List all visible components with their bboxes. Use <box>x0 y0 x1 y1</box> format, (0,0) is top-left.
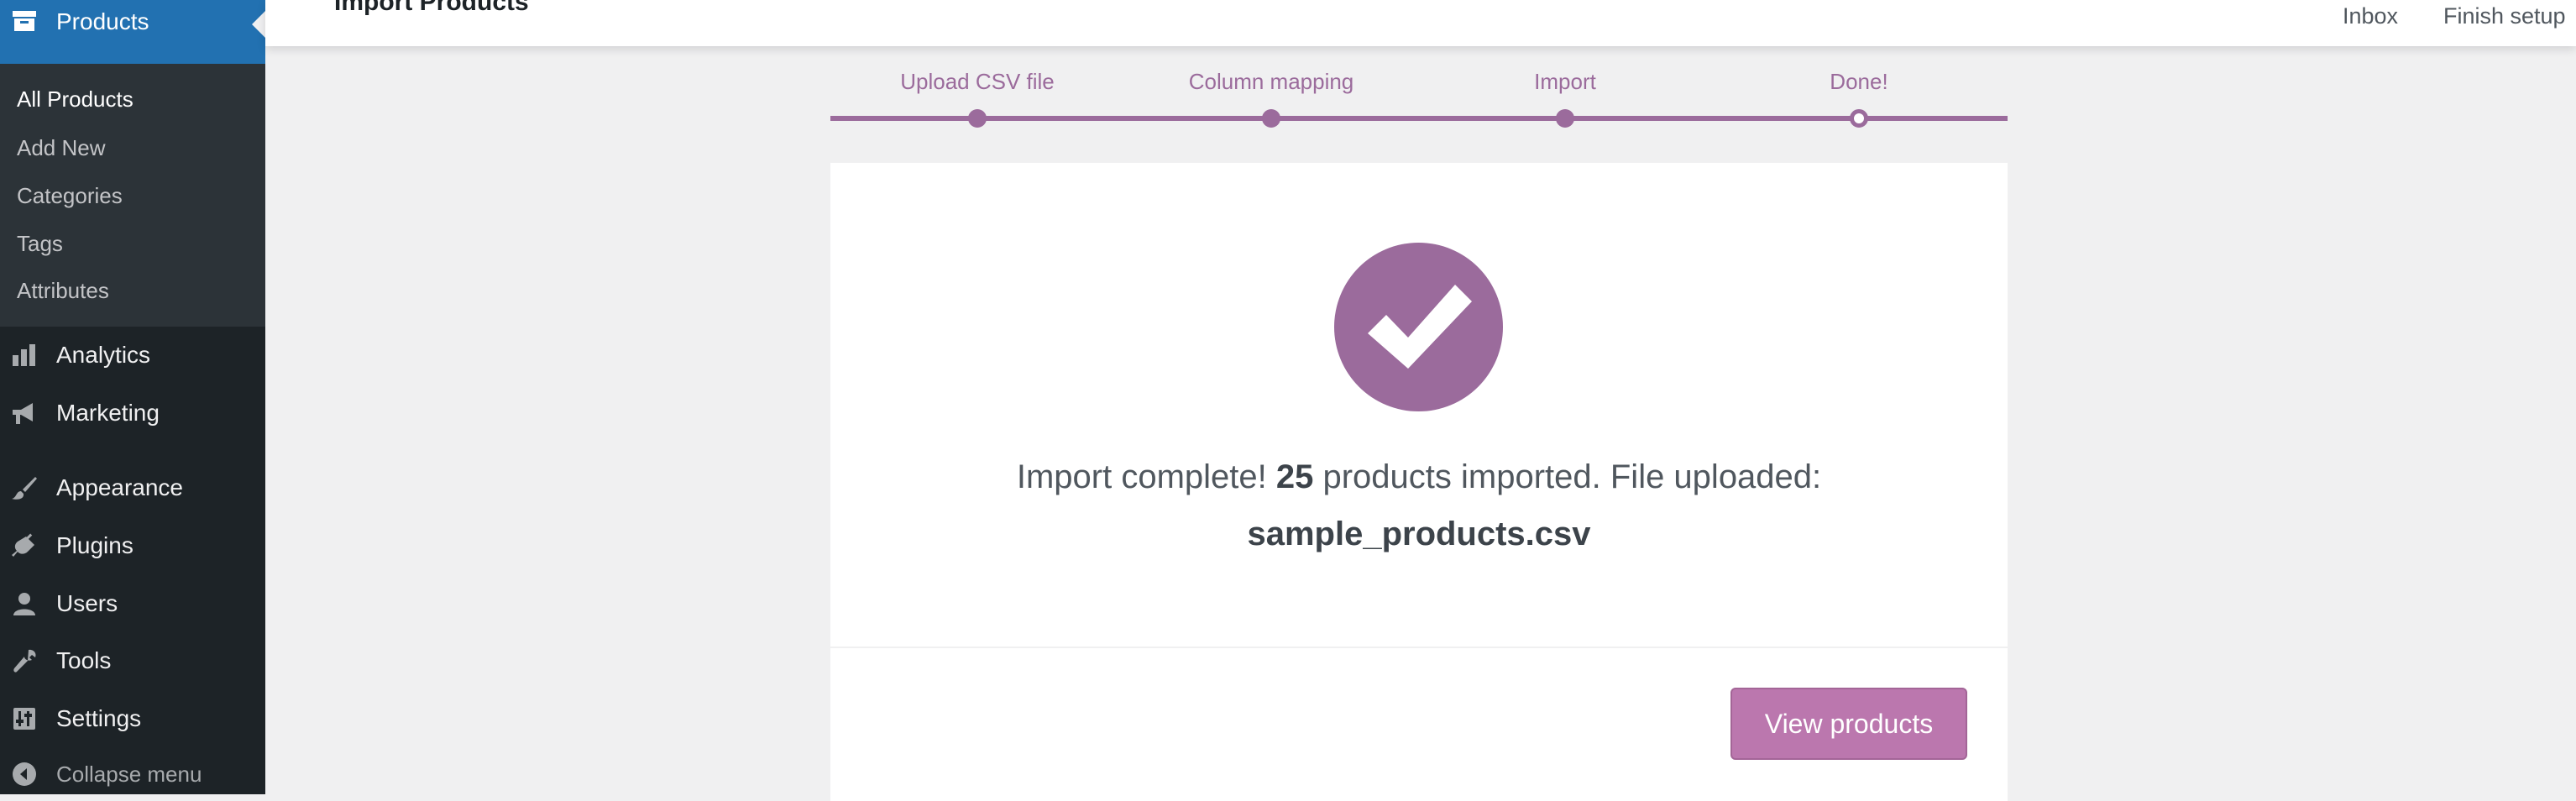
products-submenu: All Products Add New Categories Tags Att… <box>0 64 265 327</box>
imported-count: 25 <box>1275 458 1314 495</box>
wrench-icon <box>10 647 39 675</box>
sidebar-item-label: Analytics <box>56 342 151 368</box>
sidebar-item-label: Marketing <box>56 400 160 426</box>
sidebar-item-plugins[interactable]: Plugins <box>0 521 265 571</box>
paintbrush-icon <box>10 474 39 502</box>
megaphone-icon <box>10 399 39 427</box>
import-result-card: Import complete! 25 products imported. F… <box>830 163 2008 801</box>
card-divider <box>830 647 2008 648</box>
plug-icon <box>10 531 39 560</box>
step-dot-mapping <box>1262 109 1280 128</box>
collapse-menu-button[interactable]: Collapse menu <box>0 749 265 799</box>
view-products-button[interactable]: View products <box>1730 688 1967 760</box>
sidebar-item-marketing[interactable]: Marketing <box>0 388 265 438</box>
steps-progress-line <box>830 116 2008 121</box>
sidebar-item-label: Products <box>56 8 149 34</box>
sidebar-item-products[interactable]: Products <box>0 0 265 64</box>
submenu-categories[interactable]: Categories <box>17 183 123 209</box>
step-label-import: Import <box>1534 69 1596 94</box>
sidebar-item-label: Plugins <box>56 532 134 558</box>
sidebar-item-appearance[interactable]: Appearance <box>0 463 265 513</box>
collapse-arrow-icon <box>10 760 39 788</box>
finish-setup-link[interactable]: Finish setup <box>2443 3 2566 29</box>
submenu-all-products[interactable]: All Products <box>17 86 134 113</box>
current-menu-arrow <box>252 11 265 38</box>
sidebar-item-label: Users <box>56 590 118 616</box>
inbox-link[interactable]: Inbox <box>2343 3 2398 29</box>
sidebar-item-tools[interactable]: Tools <box>0 636 265 686</box>
step-label-upload: Upload CSV file <box>900 69 1055 94</box>
settings-sliders-icon <box>10 704 39 733</box>
collapse-menu-label: Collapse menu <box>56 761 202 787</box>
admin-sidebar: Products All Products Add New Categories… <box>0 0 265 794</box>
sidebar-item-users[interactable]: Users <box>0 578 265 629</box>
step-dot-done <box>1850 109 1868 128</box>
bar-chart-icon <box>10 341 39 369</box>
import-complete-middle: products imported. File uploaded: <box>1322 458 1822 495</box>
step-label-done: Done! <box>1830 69 1888 94</box>
import-complete-message: Import complete! 25 products imported. F… <box>830 458 2008 496</box>
submenu-attributes[interactable]: Attributes <box>17 278 109 304</box>
sidebar-item-label: Settings <box>56 705 142 731</box>
products-archive-icon <box>10 7 39 35</box>
user-icon <box>10 589 39 618</box>
uploaded-filename: sample_products.csv <box>1247 516 1591 552</box>
sidebar-item-settings[interactable]: Settings <box>0 694 265 744</box>
submenu-add-new[interactable]: Add New <box>17 135 106 161</box>
sidebar-item-analytics[interactable]: Analytics <box>0 330 265 380</box>
submenu-tags[interactable]: Tags <box>17 231 63 257</box>
sidebar-item-label: Appearance <box>56 474 184 500</box>
top-header-bar: Import Products Inbox Finish setup <box>265 0 2576 46</box>
step-dot-import <box>1556 109 1574 128</box>
import-complete-prefix: Import complete! <box>1016 458 1267 495</box>
page-title: Import Products <box>334 0 529 16</box>
sidebar-item-label: Tools <box>56 647 112 673</box>
step-dot-upload <box>968 109 987 128</box>
step-label-mapping: Column mapping <box>1188 69 1354 94</box>
checkmark-icon <box>1334 243 1503 411</box>
